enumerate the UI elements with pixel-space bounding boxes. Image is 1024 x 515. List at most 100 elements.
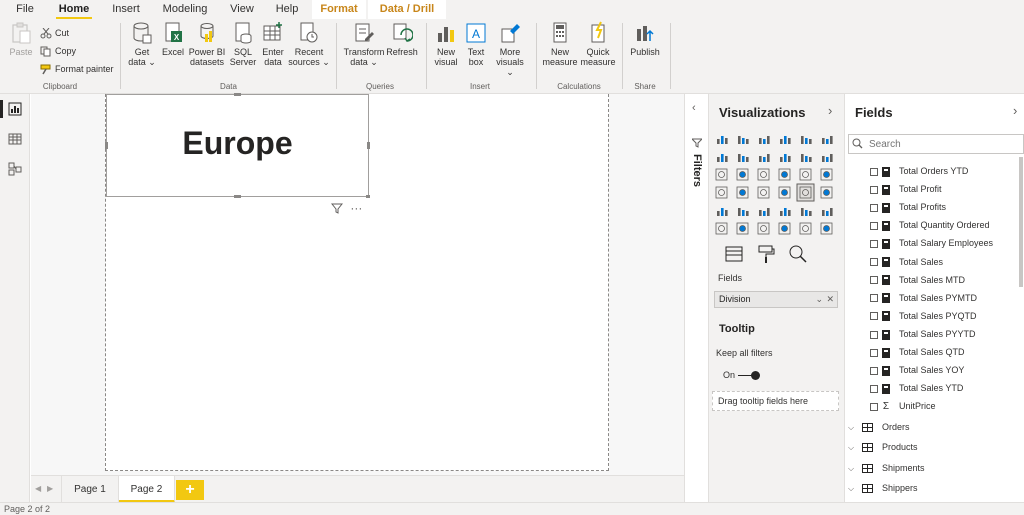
- new-visual-button[interactable]: New visual: [432, 21, 460, 67]
- pie-chart-icon[interactable]: [778, 168, 791, 181]
- funnel-icon[interactable]: [736, 168, 749, 181]
- collapse-fields-icon[interactable]: ›: [1013, 103, 1017, 118]
- scatter-icon[interactable]: [757, 168, 770, 181]
- chevron-down-icon[interactable]: ⌵: [848, 439, 858, 457]
- model-view-icon[interactable]: [8, 162, 22, 176]
- line-clustered-icon[interactable]: [801, 154, 812, 162]
- more-options-icon[interactable]: ···: [350, 201, 362, 215]
- kpi-icon[interactable]: [717, 208, 728, 216]
- checkbox[interactable]: [870, 312, 878, 321]
- resize-handle-corner[interactable]: [366, 195, 370, 198]
- get-data-button[interactable]: Get data ⌄: [127, 21, 157, 67]
- stacked-column-icon[interactable]: [738, 136, 749, 144]
- field-item[interactable]: Σ UnitPrice: [870, 398, 936, 414]
- transform-data-button[interactable]: Transform data ⌄: [342, 21, 386, 67]
- card-visual[interactable]: Europe: [106, 94, 369, 197]
- table-item[interactable]: ⌵ Shipments: [848, 459, 925, 477]
- filters-pane-collapsed[interactable]: ‹ Filters: [684, 94, 709, 502]
- expand-filters-icon[interactable]: ‹: [692, 102, 696, 114]
- recent-sources-button[interactable]: Recent sources ⌄: [288, 21, 330, 67]
- tab-insert[interactable]: Insert: [106, 0, 146, 19]
- page-tab-1[interactable]: Page 1: [61, 476, 119, 503]
- checkbox[interactable]: [870, 258, 878, 267]
- format-painter-button[interactable]: Format painter: [40, 62, 114, 76]
- search-input[interactable]: [848, 134, 1024, 154]
- checkbox[interactable]: [870, 330, 878, 339]
- area-chart-icon[interactable]: [738, 154, 749, 162]
- copy-button[interactable]: Copy: [40, 44, 76, 58]
- field-item[interactable]: Total Profit: [870, 181, 942, 197]
- waterfall-icon[interactable]: [715, 168, 728, 181]
- custom-visual-icon[interactable]: [820, 222, 833, 235]
- tab-format[interactable]: Format: [312, 0, 366, 19]
- narrative-icon[interactable]: [778, 222, 791, 235]
- donut-chart-icon[interactable]: [799, 168, 812, 181]
- slicer-icon[interactable]: [738, 208, 749, 216]
- report-view-icon[interactable]: [8, 102, 22, 116]
- line-chart-icon[interactable]: [717, 154, 728, 162]
- enter-data-button[interactable]: Enter data: [259, 21, 287, 67]
- more-visuals-button[interactable]: More visuals ⌄: [492, 21, 528, 77]
- powerbi-datasets-button[interactable]: Power BI datasets: [188, 21, 226, 67]
- checkbox[interactable]: [870, 185, 878, 194]
- stacked-area-icon[interactable]: [759, 154, 770, 162]
- data-view-icon[interactable]: [8, 132, 22, 146]
- text-box-button[interactable]: A Text box: [462, 21, 490, 67]
- tab-modeling[interactable]: Modeling: [158, 0, 212, 19]
- resize-handle-left[interactable]: [105, 142, 108, 149]
- cut-button[interactable]: Cut: [40, 26, 69, 40]
- sql-server-button[interactable]: SQL Server: [229, 21, 257, 67]
- remove-field-icon[interactable]: ✕: [826, 292, 834, 307]
- checkbox[interactable]: [870, 294, 878, 303]
- field-item[interactable]: Total Sales QTD: [870, 344, 965, 360]
- decomposition-tree-icon[interactable]: [736, 222, 749, 235]
- publish-button[interactable]: Publish: [628, 21, 662, 57]
- tab-help[interactable]: Help: [270, 0, 304, 19]
- chevron-down-icon[interactable]: ⌵: [848, 480, 858, 498]
- shape-map-icon[interactable]: [757, 186, 770, 199]
- add-page-button[interactable]: +: [176, 480, 204, 500]
- field-item[interactable]: Total Profits: [870, 199, 946, 215]
- resize-handle-right[interactable]: [367, 142, 370, 149]
- paste-button[interactable]: Paste: [6, 21, 36, 57]
- quick-measure-button[interactable]: Quick measure: [580, 21, 616, 67]
- paint-roller-icon[interactable]: [755, 244, 777, 264]
- table-icon[interactable]: [759, 208, 770, 216]
- qa-icon[interactable]: [757, 222, 770, 235]
- chevron-down-icon[interactable]: ⌵: [848, 419, 858, 437]
- field-item[interactable]: Total Sales PYMTD: [870, 290, 977, 306]
- field-item[interactable]: Total Sales PYYTD: [870, 326, 976, 342]
- checkbox[interactable]: [870, 402, 878, 411]
- checkbox[interactable]: [870, 276, 878, 285]
- prev-page-icon[interactable]: ◀: [35, 484, 41, 493]
- field-item[interactable]: Total Sales: [870, 254, 943, 270]
- treemap-icon[interactable]: [820, 168, 833, 181]
- field-item[interactable]: Total Sales PYQTD: [870, 308, 977, 324]
- matrix-icon[interactable]: [780, 208, 791, 216]
- table-item[interactable]: ⌵ Shippers: [848, 479, 918, 497]
- percent-bar-icon[interactable]: [801, 136, 812, 144]
- field-item[interactable]: Total Quantity Ordered: [870, 217, 990, 233]
- collapse-visualizations-icon[interactable]: ›: [828, 103, 832, 118]
- r-script-icon[interactable]: [801, 208, 812, 216]
- field-well-division[interactable]: Division ⌄ ✕: [714, 291, 838, 308]
- percent-column-icon[interactable]: [822, 136, 833, 144]
- field-item[interactable]: Total Sales YTD: [870, 380, 963, 396]
- chevron-down-icon[interactable]: ⌵: [848, 460, 858, 478]
- checkbox[interactable]: [870, 348, 878, 357]
- fields-scrollbar[interactable]: [1019, 157, 1023, 287]
- refresh-button[interactable]: Refresh: [386, 21, 418, 57]
- toggle-knob[interactable]: [751, 371, 760, 380]
- checkbox[interactable]: [870, 366, 878, 375]
- resize-handle-bottom[interactable]: [234, 195, 241, 198]
- multirow-card-icon[interactable]: [820, 186, 833, 199]
- chevron-down-icon[interactable]: ⌄: [815, 292, 823, 307]
- checkbox[interactable]: [870, 203, 878, 212]
- field-item[interactable]: Total Sales YOY: [870, 362, 964, 378]
- next-page-icon[interactable]: ▶: [47, 484, 53, 493]
- line-column-icon[interactable]: [780, 154, 791, 162]
- resize-handle-top[interactable]: [234, 93, 241, 96]
- tooltip-drop-zone[interactable]: Drag tooltip fields here: [712, 391, 839, 411]
- analytics-search-icon[interactable]: [787, 244, 809, 264]
- excel-button[interactable]: X Excel: [160, 21, 186, 57]
